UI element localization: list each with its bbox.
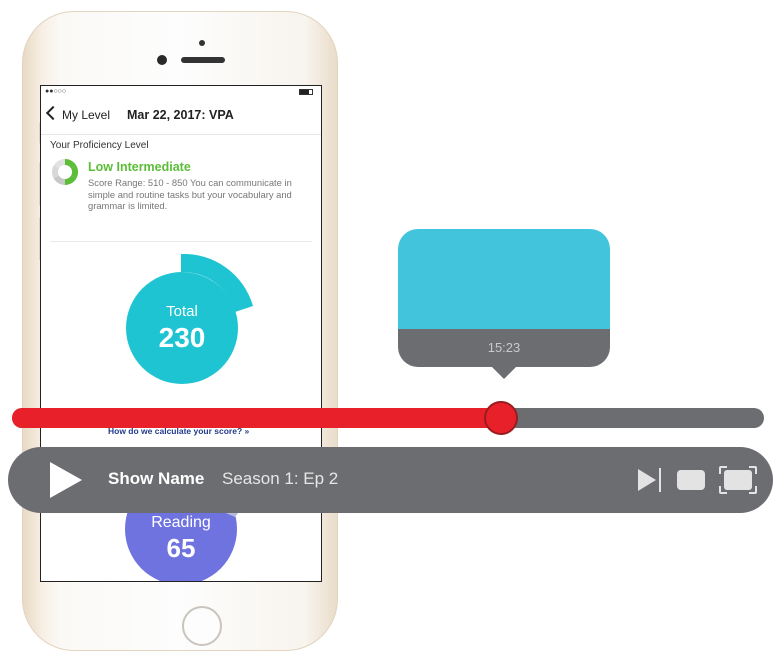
preview-timestamp: 15:23	[398, 329, 610, 367]
progress-handle[interactable]	[484, 401, 518, 435]
home-button[interactable]	[182, 606, 222, 646]
total-score-circle: Total 230	[126, 272, 238, 384]
page-title: Mar 22, 2017: VPA	[127, 108, 234, 122]
total-score-value: 230	[158, 322, 206, 353]
play-icon[interactable]	[48, 462, 84, 498]
captions-icon[interactable]	[676, 469, 706, 491]
tooltip-pointer	[491, 366, 517, 379]
scrub-preview-tooltip: 15:23	[398, 229, 610, 367]
proficiency-level-name: Low Intermediate	[88, 160, 191, 174]
nav-bar: My Level Mar 22, 2017: VPA	[41, 100, 321, 135]
back-label: My Level	[62, 108, 111, 122]
proficiency-description: Score Range: 510 - 850 You can communica…	[88, 177, 292, 211]
earpiece-speaker	[181, 57, 225, 63]
proficiency-section-label: Your Proficiency Level	[50, 140, 149, 151]
total-score-label: Total	[166, 303, 198, 320]
chevron-left-icon	[45, 105, 61, 121]
proximity-sensor	[199, 40, 205, 46]
front-camera	[157, 55, 167, 65]
proficiency-level-icon	[51, 158, 79, 186]
status-bar: ●●○○○	[41, 86, 321, 98]
fullscreen-icon[interactable]	[719, 466, 757, 494]
progress-fill	[12, 408, 501, 428]
signal-icon: ●●○○○	[45, 88, 67, 95]
show-name: Show Name	[108, 469, 205, 488]
battery-icon	[299, 89, 313, 95]
preview-thumbnail	[398, 229, 610, 329]
episode-label: Season 1: Ep 2	[222, 469, 339, 488]
progress-track[interactable]	[12, 408, 764, 428]
divider	[50, 241, 312, 242]
skip-next-icon[interactable]	[637, 468, 663, 492]
reading-score-value: 65	[166, 533, 196, 563]
back-button[interactable]: My Level	[45, 105, 111, 122]
player-control-bar: Show Name Season 1: Ep 2	[8, 447, 773, 513]
